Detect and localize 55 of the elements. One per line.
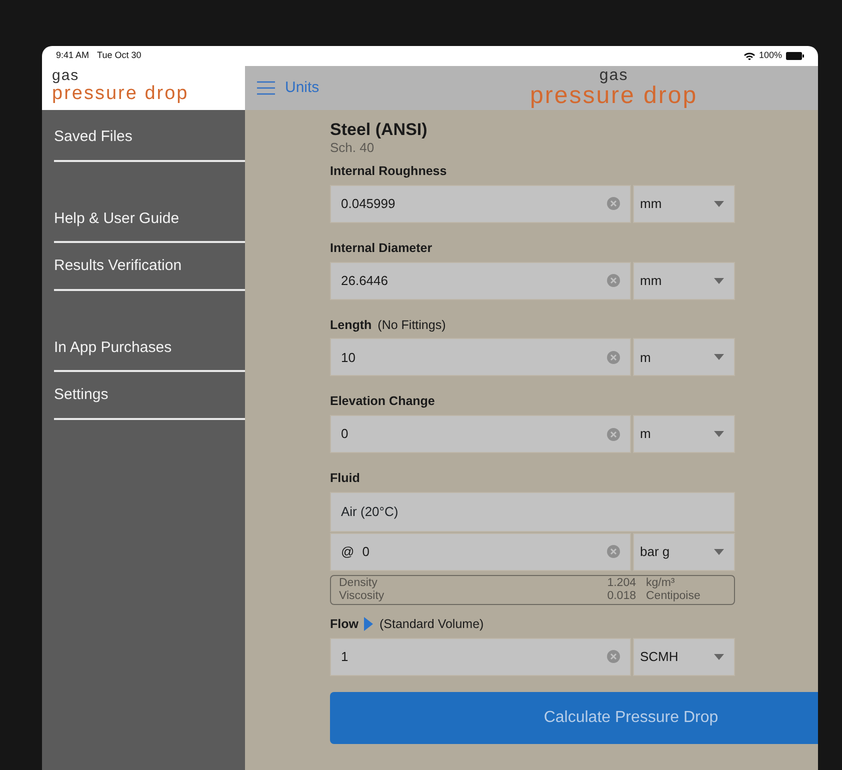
- clear-icon[interactable]: [607, 545, 620, 558]
- property-name: Viscosity: [339, 590, 386, 603]
- dropdown-caret-icon: [714, 354, 724, 360]
- unit-dropdown[interactable]: m: [633, 338, 735, 376]
- sidebar-item[interactable]: Results Verification: [42, 243, 245, 288]
- unit-dropdown[interactable]: SCMH: [633, 638, 735, 676]
- input-field[interactable]: @ 0: [330, 532, 631, 571]
- clear-icon[interactable]: [607, 428, 620, 440]
- field-label: Elevation Change: [330, 393, 435, 410]
- input-field[interactable]: 0.045999: [330, 184, 631, 223]
- property-value: 0.018: [606, 590, 636, 603]
- unit-dropdown[interactable]: bar g: [633, 532, 735, 571]
- input-field[interactable]: 0: [330, 415, 631, 453]
- field-note: (No Fittings): [378, 316, 446, 334]
- sidebar-item[interactable]: Settings: [42, 372, 245, 418]
- clear-icon[interactable]: [607, 650, 620, 663]
- input-field[interactable]: 1: [330, 638, 631, 676]
- dropdown-caret-icon: [714, 548, 724, 555]
- property-name: Density: [339, 576, 378, 590]
- input-field[interactable]: 26.6446: [330, 262, 631, 300]
- sidebar-item[interactable]: Help & User Guide: [42, 196, 245, 241]
- unit-dropdown[interactable]: mm: [633, 184, 735, 223]
- dropdown-caret-icon: [714, 654, 724, 660]
- expand-arrow-icon[interactable]: [364, 617, 374, 632]
- field-label: Length: [330, 316, 372, 334]
- field-label: Flow: [330, 616, 358, 633]
- battery-icon: [786, 52, 804, 60]
- menu-icon: [257, 81, 275, 95]
- fluid-selector[interactable]: Air (20°C): [330, 492, 735, 532]
- property-value: 1.204: [606, 576, 636, 590]
- field-label: Internal Diameter: [330, 240, 432, 257]
- property-unit: Centipoise: [645, 590, 702, 603]
- clear-icon[interactable]: [607, 274, 620, 287]
- clear-icon[interactable]: [607, 197, 620, 210]
- sidebar-item[interactable]: Saved Files: [42, 114, 245, 160]
- field-label: Fluid: [330, 470, 360, 487]
- field-note: (Standard Volume): [379, 616, 484, 633]
- app-logo: gas pressure drop: [530, 68, 698, 108]
- unit-dropdown[interactable]: mm: [633, 262, 735, 300]
- wifi-icon: [744, 52, 755, 60]
- dropdown-caret-icon: [714, 278, 724, 284]
- field-label: Internal Roughness: [330, 163, 447, 180]
- clear-icon[interactable]: [607, 350, 620, 364]
- property-unit: kg/m³: [645, 576, 676, 590]
- app-logo: gas pressure drop: [42, 66, 245, 110]
- input-field[interactable]: 10: [330, 338, 631, 376]
- material-title: Steel (ANSI): [330, 120, 428, 140]
- status-date: Tue Oct 30: [97, 49, 142, 62]
- status-time: 9:41 AM: [56, 49, 90, 62]
- sidebar-item[interactable]: In App Purchases: [42, 324, 245, 370]
- battery-level: 100%: [758, 49, 782, 62]
- dropdown-caret-icon: [714, 431, 724, 437]
- pipe-schedule: Sch. 40: [330, 140, 376, 156]
- dropdown-caret-icon: [714, 200, 724, 207]
- unit-dropdown[interactable]: m: [633, 415, 735, 453]
